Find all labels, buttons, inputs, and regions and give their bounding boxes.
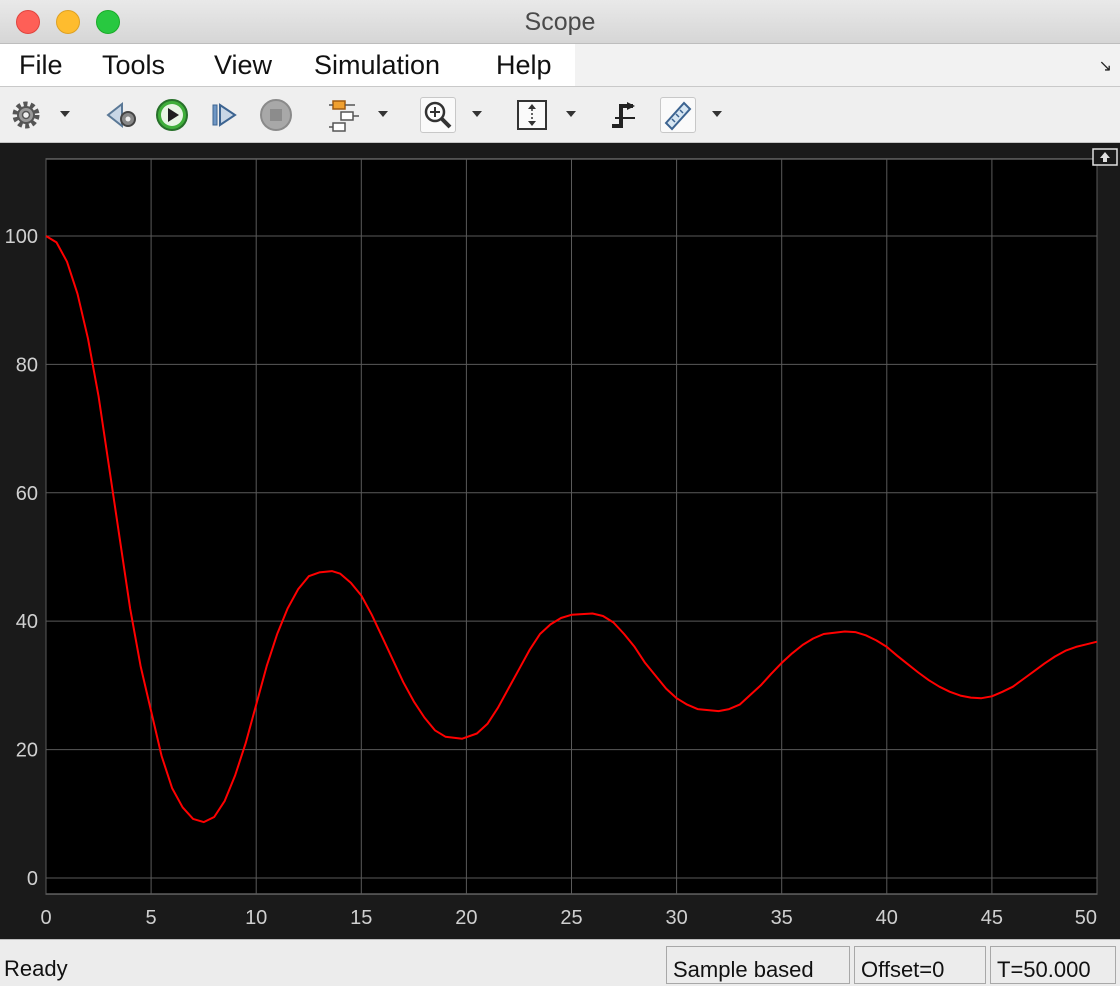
y-tick-label: 40 [16, 611, 38, 633]
title-bar: Scope [0, 0, 1120, 44]
y-tick-label: 80 [16, 354, 38, 376]
toolbar [0, 87, 1120, 143]
x-tick-label: 30 [665, 907, 687, 929]
x-tick-label: 45 [981, 907, 1003, 929]
configuration-button[interactable] [8, 97, 44, 133]
menu-bar-background [0, 44, 575, 86]
step-forward-button[interactable] [206, 97, 242, 133]
autoscale-button[interactable] [514, 97, 550, 133]
autoscale-icon [517, 100, 547, 130]
signal-hierarchy-button[interactable] [326, 97, 362, 133]
menu-file[interactable]: File [19, 50, 63, 81]
y-tick-label: 0 [27, 868, 38, 890]
zoom-in-icon [424, 101, 452, 129]
scope-display: 0 5 10 15 20 25 30 35 40 45 50 0 20 40 60 80 100 [0, 143, 1120, 939]
stop-button[interactable] [258, 97, 294, 133]
x-tick-label: 35 [771, 907, 793, 929]
menu-tools[interactable]: Tools [102, 50, 165, 81]
stop-icon [260, 99, 292, 131]
status-time: T=50.000 [990, 946, 1116, 984]
x-tick-label: 5 [146, 907, 157, 929]
status-bar: Ready Sample based Offset=0 T=50.000 [0, 939, 1120, 986]
measurements-icon [664, 101, 692, 131]
status-offset: Offset=0 [854, 946, 986, 984]
zoom-dropdown-arrow[interactable] [472, 111, 482, 117]
step-back-icon [106, 101, 136, 129]
x-tick-label: 40 [876, 907, 898, 929]
run-icon [156, 99, 188, 131]
step-back-button[interactable] [104, 97, 140, 133]
gear-icon [12, 101, 40, 129]
x-tick-label: 10 [245, 907, 267, 929]
triggers-icon [612, 102, 635, 128]
x-tick-label: 25 [560, 907, 582, 929]
configuration-dropdown-arrow[interactable] [60, 111, 70, 117]
status-sample-mode: Sample based [666, 946, 850, 984]
zoom-in-button[interactable] [420, 97, 456, 133]
menu-help[interactable]: Help [496, 50, 552, 81]
status-ready: Ready [4, 956, 68, 981]
x-tick-label: 50 [1075, 907, 1097, 929]
y-tick-label: 100 [5, 226, 38, 248]
y-tick-label: 60 [16, 483, 38, 505]
undock-arrow-icon[interactable]: ↘ [1099, 56, 1112, 76]
run-button[interactable] [154, 97, 190, 133]
signal-hierarchy-dropdown-arrow[interactable] [378, 111, 388, 117]
menu-view[interactable]: View [214, 50, 272, 81]
menu-simulation[interactable]: Simulation [314, 50, 440, 81]
scope-plot[interactable]: 0 5 10 15 20 25 30 35 40 45 50 0 20 40 60 80 100 [0, 143, 1120, 939]
menu-bar: File Tools View Simulation Help ↘ [0, 44, 1120, 87]
measurements-dropdown-arrow[interactable] [712, 111, 722, 117]
x-tick-label: 0 [40, 907, 51, 929]
triggers-button[interactable] [606, 97, 642, 133]
x-tick-label: 20 [455, 907, 477, 929]
y-tick-label: 20 [16, 740, 38, 762]
step-forward-icon [212, 103, 237, 127]
window-title: Scope [524, 8, 596, 36]
autoscale-dropdown-arrow[interactable] [566, 111, 576, 117]
x-tick-label: 15 [350, 907, 372, 929]
signal-hierarchy-icon [329, 100, 359, 132]
measurements-button[interactable] [660, 97, 696, 133]
